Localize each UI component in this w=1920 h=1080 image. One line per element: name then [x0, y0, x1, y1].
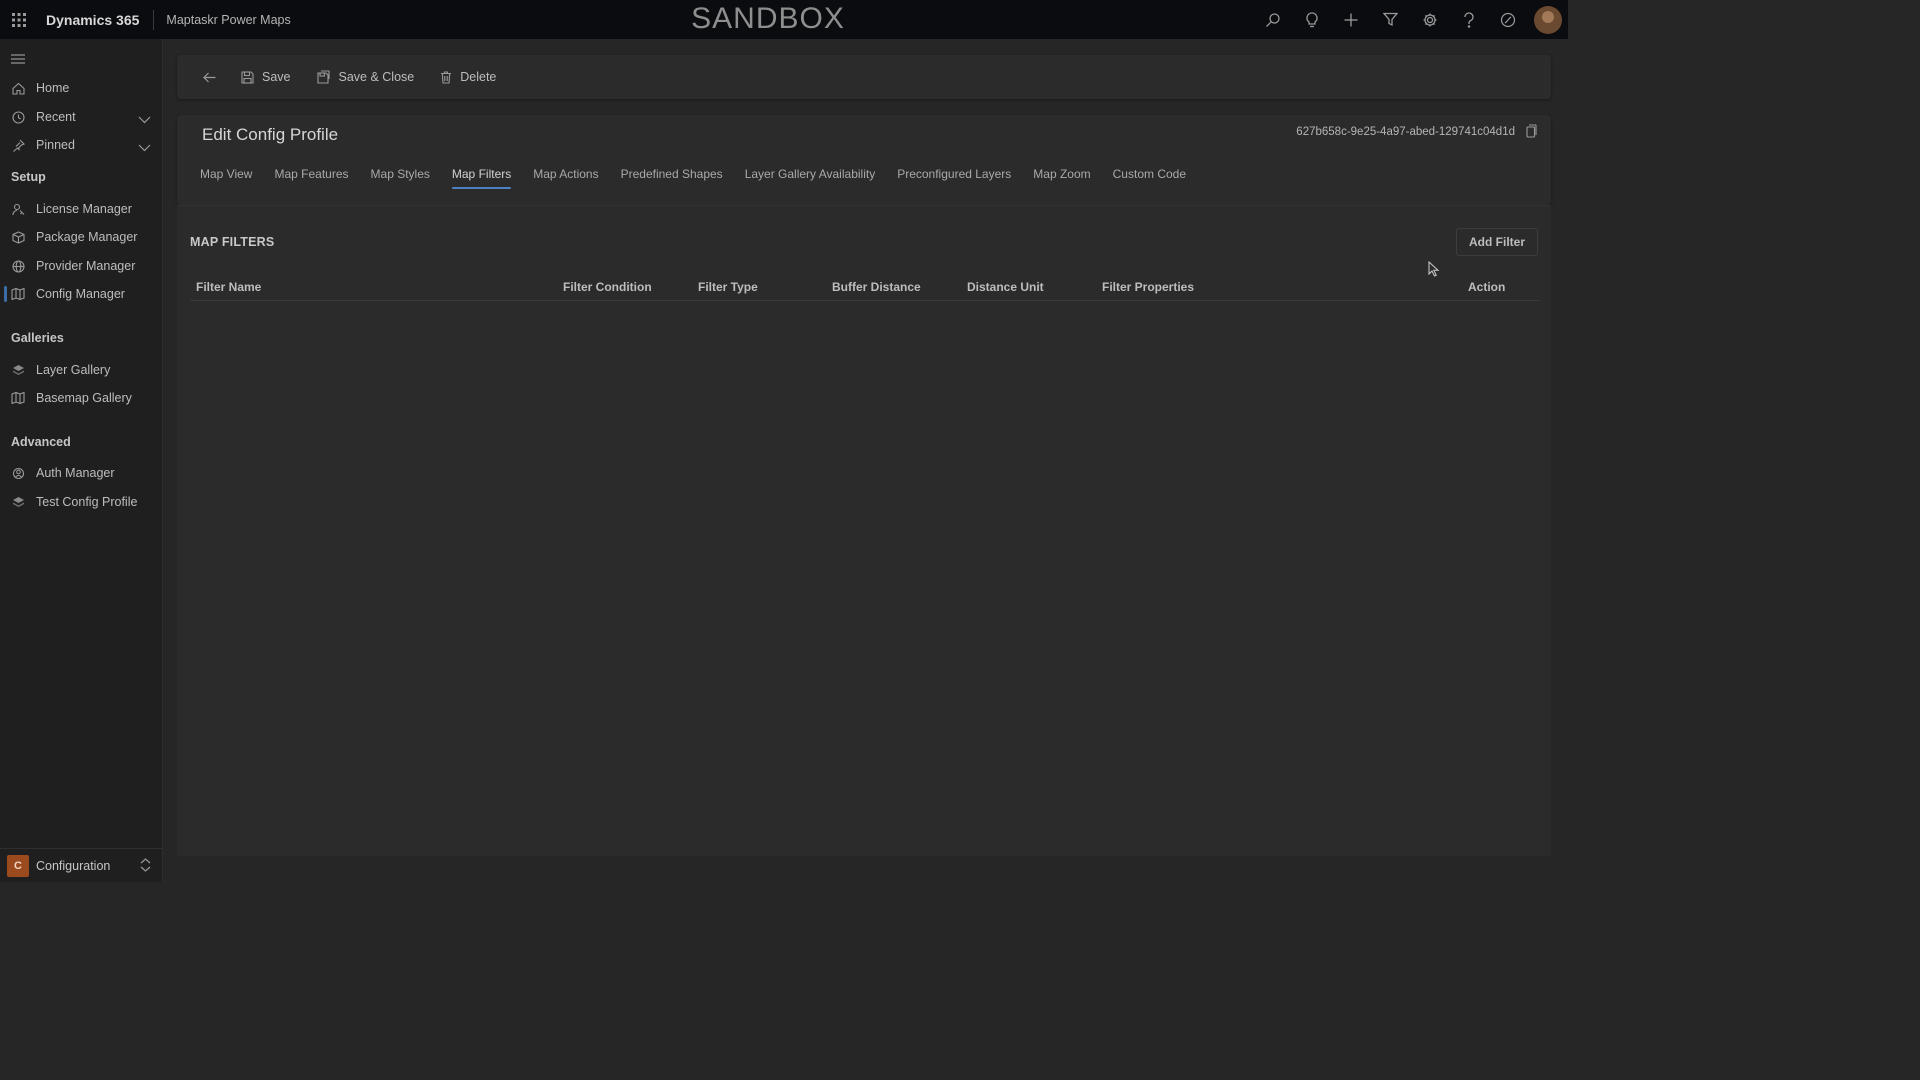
sidebar-item-test-config-profile[interactable]: Test Config Profile [0, 488, 163, 516]
save-label: Save [262, 70, 291, 84]
sidebar-item-label: Home [36, 81, 70, 95]
app-name[interactable]: Dynamics 365 [38, 9, 155, 30]
tab-predefined-shapes[interactable]: Predefined Shapes [621, 167, 723, 189]
top-actions [1253, 0, 1568, 39]
sidebar-item-label: Config Manager [36, 287, 125, 301]
save-and-close-button[interactable]: Save & Close [307, 61, 425, 93]
top-bar: Dynamics 365 Maptaskr Power Maps SANDBOX [0, 0, 1568, 39]
tab-map-actions[interactable]: Map Actions [533, 167, 598, 189]
sidebar: Home Recent Pinned Setup License Manager… [0, 39, 163, 882]
area-label: Configuration [36, 858, 111, 873]
app-subtitle[interactable]: Maptaskr Power Maps [154, 13, 290, 27]
package-icon [0, 230, 36, 244]
hamburger-menu-icon[interactable] [11, 51, 25, 69]
app-launcher-icon[interactable] [0, 0, 38, 39]
tab-map-features[interactable]: Map Features [274, 167, 348, 189]
chevron-down-icon[interactable] [138, 111, 151, 129]
sidebar-section-setup: Setup [11, 170, 46, 184]
sidebar-item-label: Recent [36, 110, 76, 124]
user-avatar[interactable] [1534, 5, 1562, 34]
column-header-buffer-distance[interactable]: Buffer Distance [832, 280, 921, 294]
chevron-down-icon[interactable] [138, 139, 151, 157]
tab-map-zoom[interactable]: Map Zoom [1033, 167, 1090, 189]
column-header-filter-properties[interactable]: Filter Properties [1102, 280, 1194, 294]
column-header-filter-condition[interactable]: Filter Condition [563, 280, 652, 294]
map-icon [0, 288, 36, 300]
plus-icon[interactable] [1332, 0, 1371, 39]
test-layers-icon [0, 496, 36, 509]
sidebar-item-license-manager[interactable]: License Manager [0, 195, 163, 223]
column-header-filter-type[interactable]: Filter Type [698, 280, 758, 294]
save-button[interactable]: Save [231, 61, 301, 93]
sidebar-section-galleries: Galleries [11, 331, 64, 345]
tab-map-styles[interactable]: Map Styles [371, 167, 430, 189]
sidebar-item-package-manager[interactable]: Package Manager [0, 223, 163, 251]
sidebar-item-label: Pinned [36, 138, 75, 152]
filter-icon[interactable] [1371, 0, 1410, 39]
save-close-icon [316, 70, 331, 84]
globe-icon [0, 259, 36, 273]
layers-icon [0, 364, 36, 377]
column-header-action[interactable]: Action [1468, 280, 1505, 294]
column-header-distance-unit[interactable]: Distance Unit [967, 280, 1044, 294]
tab-list: Map View Map Features Map Styles Map Fil… [200, 167, 1208, 189]
search-icon[interactable] [1253, 0, 1292, 39]
tab-map-view[interactable]: Map View [200, 167, 252, 189]
lightbulb-icon[interactable] [1292, 0, 1331, 39]
sidebar-item-label: License Manager [36, 202, 132, 216]
basemap-icon [0, 392, 36, 404]
tab-preconfigured-layers[interactable]: Preconfigured Layers [897, 167, 1011, 189]
main-content: Save Save & Close Delete Edit Config Pro… [163, 39, 1568, 882]
table-header: Filter Name Filter Condition Filter Type… [190, 277, 1540, 301]
sidebar-item-recent[interactable]: Recent [0, 103, 163, 131]
pin-icon [0, 139, 36, 152]
tab-custom-code[interactable]: Custom Code [1113, 167, 1186, 189]
command-bar: Save Save & Close Delete [177, 55, 1551, 99]
auth-icon [0, 467, 36, 480]
add-filter-button[interactable]: Add Filter [1456, 228, 1538, 256]
copilot-icon[interactable] [1489, 0, 1528, 39]
save-close-label: Save & Close [338, 70, 415, 84]
sidebar-item-provider-manager[interactable]: Provider Manager [0, 252, 163, 280]
help-icon[interactable] [1449, 0, 1488, 39]
sidebar-item-pinned[interactable]: Pinned [0, 131, 163, 159]
sidebar-item-home[interactable]: Home [0, 74, 163, 102]
column-header-filter-name[interactable]: Filter Name [196, 280, 261, 294]
sidebar-item-config-manager[interactable]: Config Manager [0, 280, 163, 308]
tab-layer-gallery-availability[interactable]: Layer Gallery Availability [745, 167, 876, 189]
sidebar-item-label: Package Manager [36, 230, 138, 244]
sidebar-item-label: Basemap Gallery [36, 391, 132, 405]
section-title: MAP FILTERS [190, 235, 275, 249]
tab-map-filters[interactable]: Map Filters [451, 167, 512, 189]
sidebar-section-advanced: Advanced [11, 435, 71, 449]
page-title: Edit Config Profile [202, 125, 339, 144]
environment-label-text: SANDBOX [691, 2, 845, 35]
map-filters-panel: MAP FILTERS Add Filter Filter Name Filte… [177, 205, 1551, 856]
sidebar-item-basemap-gallery[interactable]: Basemap Gallery [0, 384, 163, 412]
record-header: Edit Config Profile 627b658c-9e25-4a97-a… [177, 115, 1551, 205]
save-icon [241, 70, 254, 84]
back-button[interactable] [193, 61, 225, 93]
copy-icon[interactable] [1526, 124, 1537, 143]
home-icon [0, 82, 36, 95]
trash-icon [440, 70, 452, 84]
sidebar-item-layer-gallery[interactable]: Layer Gallery [0, 356, 163, 384]
area-badge: C [7, 854, 29, 877]
clock-icon [0, 110, 36, 124]
chevron-up-down-icon[interactable] [140, 858, 151, 877]
area-switcher[interactable]: C Configuration [0, 848, 163, 882]
delete-button[interactable]: Delete [430, 61, 506, 93]
sidebar-item-label: Layer Gallery [36, 363, 111, 377]
delete-label: Delete [460, 70, 497, 84]
gear-icon[interactable] [1410, 0, 1449, 39]
sidebar-item-label: Auth Manager [36, 466, 115, 480]
sidebar-item-auth-manager[interactable]: Auth Manager [0, 459, 163, 487]
record-id: 627b658c-9e25-4a97-abed-129741c04d1d [1296, 126, 1515, 138]
license-icon [0, 203, 36, 216]
sidebar-item-label: Provider Manager [36, 259, 136, 273]
sidebar-item-label: Test Config Profile [36, 495, 138, 509]
